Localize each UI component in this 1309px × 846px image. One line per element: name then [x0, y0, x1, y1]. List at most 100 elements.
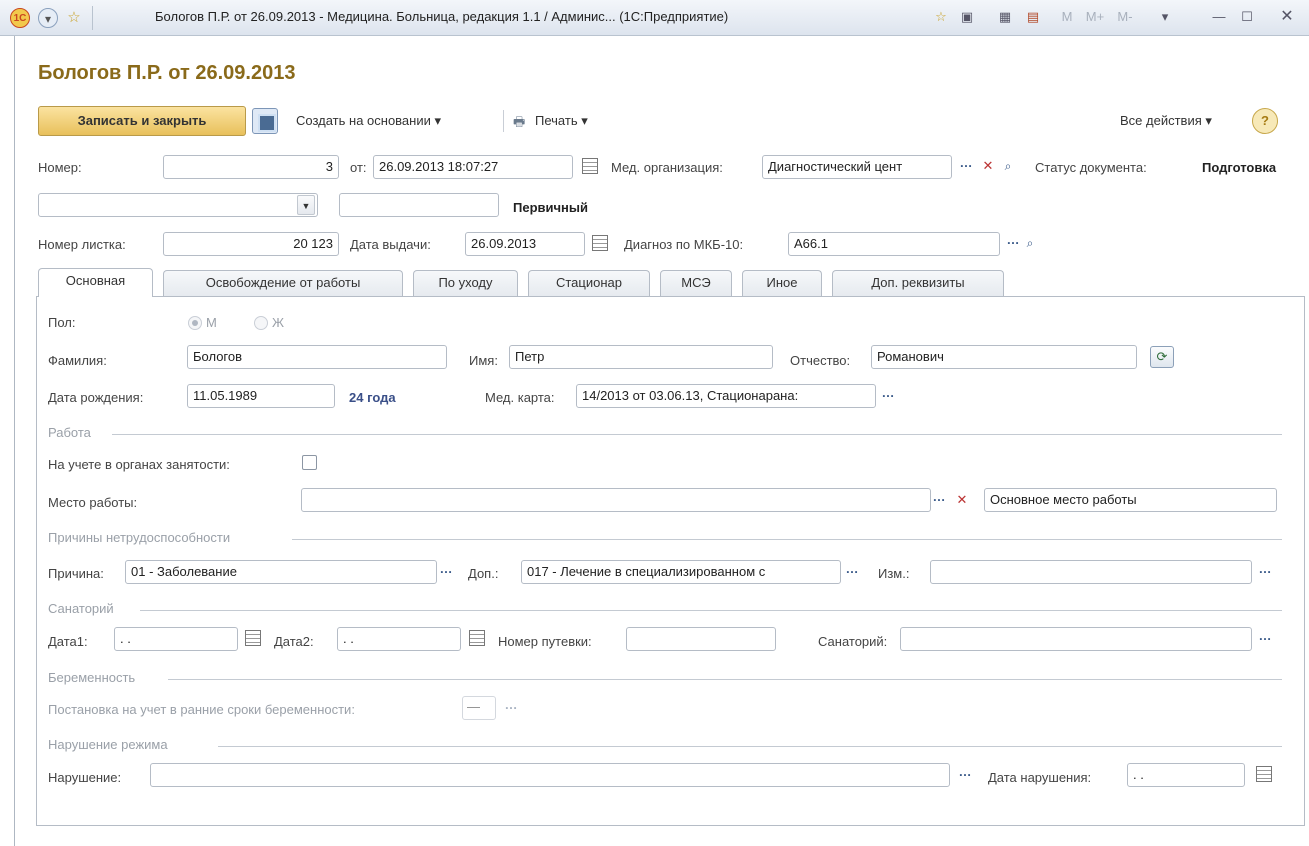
- tab-hospital[interactable]: Стационар: [528, 270, 650, 296]
- birth-date-field[interactable]: 11.05.1989: [187, 384, 335, 408]
- clear-icon[interactable]: ✕: [980, 156, 996, 176]
- med-card-select-button[interactable]: …: [878, 386, 898, 406]
- date-label: от:: [350, 160, 367, 175]
- org-select-button[interactable]: …: [956, 156, 976, 176]
- page-title: Бологов П.Р. от 26.09.2013: [38, 62, 296, 84]
- date-field[interactable]: 26.09.2013 18:07:27: [373, 155, 573, 179]
- voucher-field[interactable]: [626, 627, 776, 651]
- sex-m-radio[interactable]: [188, 316, 202, 330]
- sheet-label: Номер листка:: [38, 237, 126, 252]
- work-group-title: Работа: [48, 425, 91, 440]
- star-icon[interactable]: ☆: [64, 8, 84, 28]
- memo-mminus-button[interactable]: M-: [1110, 6, 1140, 28]
- maximize-icon[interactable]: ☐: [1236, 6, 1258, 28]
- early-registration-field[interactable]: —: [462, 696, 496, 720]
- type-select[interactable]: [38, 193, 318, 217]
- workplace-select-button[interactable]: …: [929, 490, 949, 510]
- employment-checkbox[interactable]: [302, 455, 317, 470]
- sheet-number-field[interactable]: 20 123: [163, 232, 339, 256]
- reason-field[interactable]: 01 - Заболевание: [125, 560, 437, 584]
- issue-date-label: Дата выдачи:: [350, 237, 431, 252]
- group-divider: [140, 610, 1282, 611]
- print-button[interactable]: Печать ▾: [535, 113, 588, 129]
- calculator-icon[interactable]: ▦: [994, 6, 1016, 28]
- memo-m-button[interactable]: M: [1056, 6, 1078, 28]
- number-field[interactable]: 3: [163, 155, 339, 179]
- reason-label: Причина:: [48, 566, 104, 581]
- create-based-button[interactable]: Создать на основании ▾: [296, 113, 441, 129]
- name-label: Имя:: [469, 353, 498, 368]
- chevron-down-icon[interactable]: ▼: [297, 195, 315, 215]
- violation-label: Нарушение:: [48, 770, 122, 785]
- chevron-down-icon[interactable]: ▾: [38, 8, 58, 28]
- early-registration-select-button[interactable]: …: [501, 698, 521, 718]
- surname-field[interactable]: Бологов: [187, 345, 447, 369]
- date2-field[interactable]: . .: [337, 627, 461, 651]
- close-icon[interactable]: ✕: [1276, 6, 1298, 28]
- reasons-group-title: Причины нетрудоспособности: [48, 530, 231, 545]
- type-extra-field[interactable]: [339, 193, 499, 217]
- change-field[interactable]: [930, 560, 1252, 584]
- tab-main[interactable]: Основная: [38, 268, 153, 297]
- printer-icon: 🖶: [513, 114, 526, 129]
- tab-other[interactable]: Иное: [742, 270, 822, 296]
- workplace-label: Место работы:: [48, 495, 138, 510]
- violation-field[interactable]: [150, 763, 950, 787]
- violation-group-title: Нарушение режима: [48, 737, 168, 752]
- help-icon[interactable]: ?: [1252, 108, 1278, 134]
- refresh-icon[interactable]: ⟳: [1150, 346, 1174, 368]
- favorites-icon[interactable]: ☆: [930, 6, 952, 28]
- group-divider: [112, 434, 1282, 435]
- tab-mse[interactable]: МСЭ: [660, 270, 732, 296]
- workplace-field[interactable]: [301, 488, 931, 512]
- change-label: Изм.:: [878, 566, 910, 581]
- diagnosis-select-button[interactable]: …: [1003, 233, 1023, 253]
- memo-mplus-button[interactable]: M+: [1080, 6, 1110, 28]
- extra-reason-label: Доп.:: [468, 566, 499, 581]
- reason-select-button[interactable]: …: [436, 562, 456, 582]
- tab-care[interactable]: По уходу: [413, 270, 518, 296]
- all-actions-button[interactable]: Все действия ▾: [1120, 113, 1212, 129]
- date1-field[interactable]: . .: [114, 627, 238, 651]
- workplace-type-field[interactable]: Основное место работы: [984, 488, 1277, 512]
- extra-reason-field[interactable]: 017 - Лечение в специализированном с: [521, 560, 841, 584]
- search-icon[interactable]: ⌕: [1000, 156, 1016, 176]
- sex-f-radio[interactable]: [254, 316, 268, 330]
- name-field[interactable]: Петр: [509, 345, 773, 369]
- violation-select-button[interactable]: …: [955, 765, 975, 785]
- violation-date-label: Дата нарушения:: [988, 770, 1092, 785]
- save-close-button[interactable]: Записать и закрыть: [38, 106, 246, 136]
- patronymic-field[interactable]: Романович: [871, 345, 1137, 369]
- patronymic-label: Отчество:: [790, 353, 851, 368]
- calendar-icon[interactable]: [1256, 766, 1272, 782]
- bookmark-icon[interactable]: ▣: [956, 6, 978, 28]
- med-card-field[interactable]: 14/2013 от 03.06.13, Стационарана:: [576, 384, 876, 408]
- title-separator: [92, 6, 93, 30]
- calendar-icon[interactable]: [469, 630, 485, 646]
- clear-icon[interactable]: ✕: [954, 490, 970, 510]
- issue-date-field[interactable]: 26.09.2013: [465, 232, 585, 256]
- tab-work-release[interactable]: Освобождение от работы: [163, 270, 403, 296]
- change-select-button[interactable]: …: [1255, 562, 1275, 582]
- app-logo-icon[interactable]: 1С: [10, 8, 30, 28]
- calendar-icon[interactable]: [582, 158, 598, 174]
- minimize-icon[interactable]: —: [1208, 6, 1230, 28]
- org-field[interactable]: Диагностический цент: [762, 155, 952, 179]
- calendar-icon[interactable]: ▤: [1022, 6, 1044, 28]
- primary-label: Первичный: [513, 200, 588, 215]
- window-title: Бологов П.Р. от 26.09.2013 - Медицина. Б…: [155, 9, 729, 24]
- violation-date-field[interactable]: . .: [1127, 763, 1245, 787]
- extra-reason-select-button[interactable]: …: [842, 562, 862, 582]
- voucher-label: Номер путевки:: [498, 634, 592, 649]
- tab-extra[interactable]: Доп. реквизиты: [832, 270, 1004, 296]
- status-badge: Подготовка: [1202, 160, 1277, 175]
- dropdown-icon[interactable]: ▾: [1154, 6, 1176, 28]
- calendar-icon[interactable]: [245, 630, 261, 646]
- sanatorium-field[interactable]: [900, 627, 1252, 651]
- save-icon[interactable]: [252, 108, 278, 134]
- diagnosis-field[interactable]: A66.1: [788, 232, 1000, 256]
- calendar-icon[interactable]: [592, 235, 608, 251]
- search-icon[interactable]: ⌕: [1022, 233, 1038, 253]
- date2-label: Дата2:: [274, 634, 314, 649]
- sanatorium-select-button[interactable]: …: [1255, 629, 1275, 649]
